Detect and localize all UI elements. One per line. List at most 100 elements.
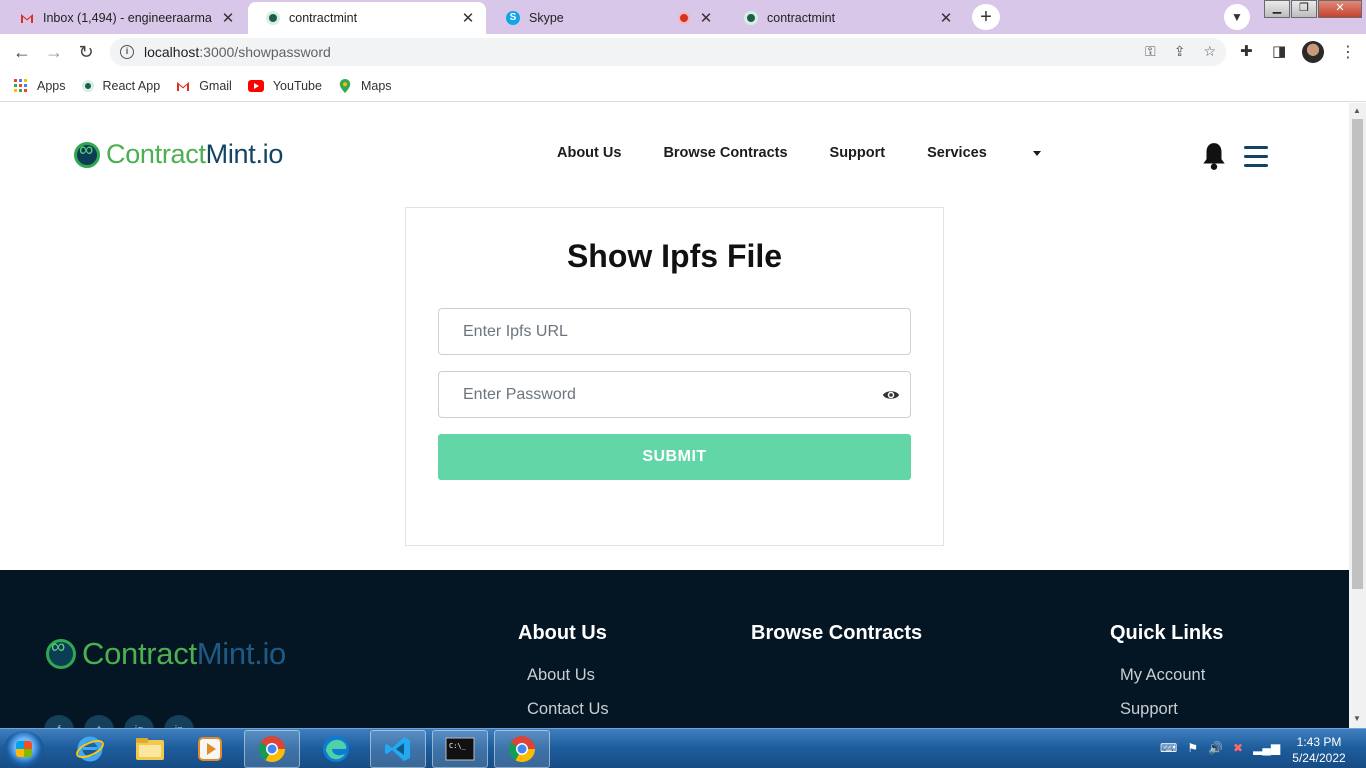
windows-taskbar: C:\_ ⌨ ⚑ 🔊 ✖ ▂▄▆ 1:43 PM 5/24/2022	[0, 728, 1366, 768]
bookmark-label: Apps	[37, 78, 66, 93]
signal-bars-icon[interactable]: ▂▄▆	[1253, 741, 1280, 755]
vscode-taskbar-button[interactable]	[370, 730, 426, 768]
window-controls: ▁ ❐ ✕	[1263, 0, 1362, 18]
tab-title: contractmint	[767, 11, 836, 25]
new-tab-button[interactable]: +	[972, 4, 1000, 30]
cmd-taskbar-button[interactable]: C:\_	[432, 730, 488, 768]
forward-arrow-icon[interactable]: →	[42, 40, 66, 64]
scrollbar-thumb[interactable]	[1352, 119, 1363, 589]
site-icon	[266, 11, 280, 25]
bookmark-youtube[interactable]: YouTube	[247, 78, 322, 93]
address-host: localhost	[144, 44, 200, 60]
bookmark-apps[interactable]: Apps	[14, 79, 66, 93]
nav-support[interactable]: Support	[830, 145, 886, 161]
clock-time: 1:43 PM	[1296, 735, 1342, 749]
page-viewport: ContractMint.io About Us Browse Contract…	[0, 103, 1349, 728]
main-nav: About Us Browse Contracts Support Servic…	[557, 145, 1083, 161]
footer-link-contact-us[interactable]: Contact Us	[527, 700, 609, 719]
bell-icon[interactable]	[1201, 141, 1227, 171]
bookmark-gmail[interactable]: Gmail	[176, 79, 232, 93]
nav-about-us[interactable]: About Us	[557, 145, 621, 161]
tab-skype[interactable]: S Skype ✕	[488, 2, 724, 34]
facebook-icon[interactable]: f	[44, 715, 74, 728]
address-bar[interactable]: i localhost:3000/showpassword ⚿ ⇪ ☆	[110, 38, 1226, 66]
start-button[interactable]	[4, 731, 44, 767]
page-scrollbar[interactable]: ▲ ▼	[1349, 103, 1366, 728]
site-info-icon[interactable]: i	[120, 45, 134, 59]
footer-link-about-us[interactable]: About Us	[527, 666, 595, 685]
scroll-up-arrow-icon[interactable]: ▲	[1353, 106, 1361, 115]
tab-close-icon[interactable]: ✕	[220, 9, 236, 27]
chrome-taskbar-button-2[interactable]	[494, 730, 550, 768]
submit-button[interactable]: SUBMIT	[438, 434, 911, 480]
bookmark-react-app[interactable]: React App	[81, 78, 161, 93]
tab-search-chevron-icon[interactable]: ▼	[1224, 4, 1250, 30]
footer-heading-browse: Browse Contracts	[751, 622, 923, 644]
tab-close-icon[interactable]: ✕	[460, 9, 476, 27]
volume-icon[interactable]: 🔊	[1208, 741, 1223, 755]
tab-close-icon[interactable]: ✕	[938, 9, 954, 27]
minimize-button[interactable]: ▁	[1264, 0, 1290, 18]
maps-icon	[339, 78, 351, 93]
instagram-icon[interactable]: ig	[124, 715, 154, 728]
site-logo[interactable]: ContractMint.io	[74, 139, 283, 170]
bookmark-maps[interactable]: Maps	[338, 78, 392, 93]
key-icon[interactable]: ⚿	[1145, 43, 1156, 60]
share-icon[interactable]: ⇪	[1174, 43, 1186, 60]
tab-contractmint[interactable]: contractmint ✕	[726, 2, 964, 34]
logo-text-part2: Mint.io	[196, 636, 287, 671]
password-input[interactable]: Enter Password	[438, 371, 911, 418]
browser-menu-icon[interactable]: ⋮	[1340, 42, 1356, 62]
maximize-button[interactable]: ❐	[1291, 0, 1317, 18]
youtube-icon	[247, 79, 264, 92]
reload-icon[interactable]: ↻	[74, 40, 98, 64]
gmail-icon	[21, 14, 33, 23]
bookmark-label: React App	[102, 78, 161, 93]
close-window-button[interactable]: ✕	[1318, 0, 1362, 18]
tab-contractmint-active[interactable]: contractmint ✕	[248, 2, 486, 34]
ipfs-url-placeholder: Enter Ipfs URL	[463, 322, 568, 340]
side-panel-icon[interactable]: ◨	[1272, 42, 1286, 60]
footer-link-my-account[interactable]: My Account	[1120, 666, 1205, 685]
hamburger-menu-icon[interactable]	[1244, 146, 1268, 173]
action-center-icon[interactable]: ⚑	[1187, 741, 1198, 755]
linkedin-icon[interactable]: in	[164, 715, 194, 728]
caret-down-icon	[1032, 150, 1041, 156]
media-player-icon[interactable]	[182, 730, 238, 768]
form-title: Show Ipfs File	[566, 238, 783, 274]
logo-infinity-icon	[74, 139, 100, 168]
extensions-puzzle-icon[interactable]: ✚	[1240, 42, 1253, 60]
bookmarks-bar: Apps React App Gmail YouTube Maps	[0, 70, 1366, 102]
ipfs-url-input[interactable]: Enter Ipfs URL	[438, 308, 911, 355]
nav-services-dropdown[interactable]: Services	[927, 145, 1083, 161]
scroll-down-arrow-icon[interactable]: ▼	[1353, 714, 1361, 723]
system-tray: ⌨ ⚑ 🔊 ✖ ▂▄▆	[1160, 741, 1280, 755]
network-warning-icon[interactable]: ✖	[1233, 741, 1243, 755]
svg-text:C:\_: C:\_	[449, 742, 467, 750]
internet-explorer-icon[interactable]	[62, 730, 118, 768]
file-explorer-icon[interactable]	[122, 730, 178, 768]
nav-browse-contracts[interactable]: Browse Contracts	[663, 145, 787, 161]
edge-icon[interactable]	[308, 730, 364, 768]
footer-logo[interactable]: ContractMint.io	[46, 636, 286, 672]
profile-avatar[interactable]	[1302, 41, 1324, 63]
apps-grid-icon	[14, 79, 27, 92]
tab-gmail[interactable]: Inbox (1,494) - engineeraarman@ ✕	[2, 2, 246, 34]
chrome-taskbar-button[interactable]	[244, 730, 300, 768]
tab-title: Inbox (1,494) - engineeraarman@	[43, 11, 212, 25]
bookmark-label: Maps	[360, 78, 392, 93]
logo-text-part2: Mint.io	[205, 139, 284, 169]
clock-date: 5/24/2022	[1292, 751, 1346, 765]
show-ipfs-card: Show Ipfs File Enter Ipfs URL Enter Pass…	[405, 207, 944, 546]
taskbar-clock[interactable]: 1:43 PM 5/24/2022	[1284, 734, 1354, 766]
back-arrow-icon[interactable]: ←	[10, 40, 34, 64]
bookmark-label: YouTube	[272, 78, 322, 93]
language-icon[interactable]: ⌨	[1160, 741, 1177, 755]
tab-close-icon[interactable]: ✕	[698, 9, 714, 27]
password-placeholder: Enter Password	[463, 385, 576, 403]
eye-icon[interactable]	[882, 388, 900, 402]
twitter-icon[interactable]: t	[84, 715, 114, 728]
footer-link-support[interactable]: Support	[1120, 700, 1178, 719]
logo-infinity-icon	[46, 636, 76, 669]
bookmark-star-icon[interactable]: ☆	[1203, 43, 1216, 60]
